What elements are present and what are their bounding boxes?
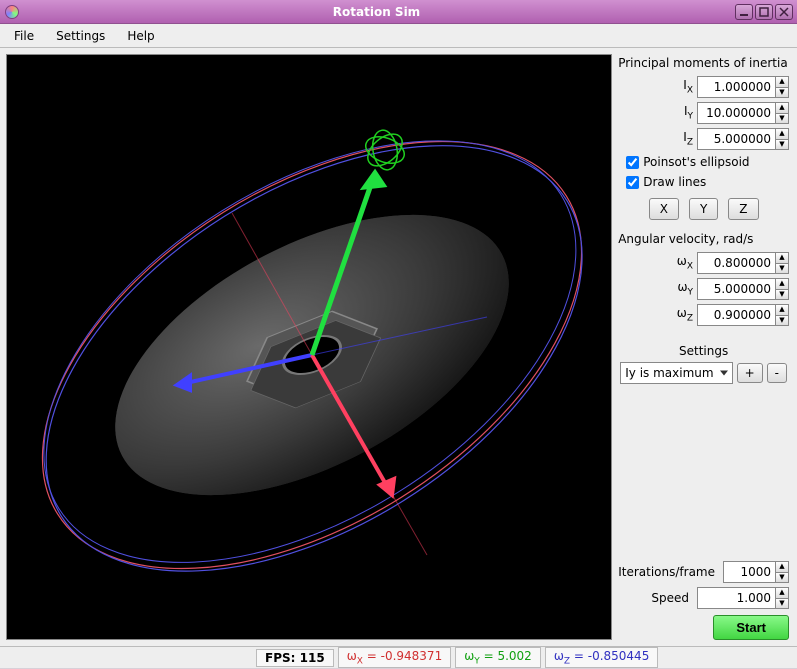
wy-down[interactable]: ▼: [775, 289, 789, 301]
minimize-icon: [739, 7, 749, 17]
start-button[interactable]: Start: [713, 615, 789, 640]
menu-settings[interactable]: Settings: [48, 26, 113, 46]
settings-heading: Settings: [618, 344, 789, 358]
poinsot-label: Poinsot's ellipsoid: [643, 155, 749, 169]
drawlines-check-row: Draw lines: [626, 175, 789, 189]
angvel-heading: Angular velocity, rad/s: [618, 232, 789, 246]
ix-spinner[interactable]: ▲▼: [697, 76, 789, 98]
drawlines-checkbox[interactable]: [626, 176, 639, 189]
settings-remove-button[interactable]: -: [767, 363, 787, 383]
settings-selected: Iy is maximum: [625, 366, 713, 380]
iter-up[interactable]: ▲: [775, 561, 789, 572]
wy-spinner[interactable]: ▲▼: [697, 278, 789, 300]
iy-down[interactable]: ▼: [775, 113, 789, 125]
iterations-row: Iterations/frame ▲▼: [618, 561, 789, 583]
ix-down[interactable]: ▼: [775, 87, 789, 99]
wx-row: ωX ▲▼: [618, 252, 789, 274]
wy-up[interactable]: ▲: [775, 278, 789, 289]
speed-up[interactable]: ▲: [775, 587, 789, 598]
wx-spinner[interactable]: ▲▼: [697, 252, 789, 274]
window-titlebar: Rotation Sim: [0, 0, 797, 24]
wy-input[interactable]: [697, 278, 775, 300]
iz-spinner[interactable]: ▲▼: [697, 128, 789, 150]
ix-input[interactable]: [697, 76, 775, 98]
menu-file[interactable]: File: [6, 26, 42, 46]
axis-buttons: X Y Z: [618, 198, 789, 220]
axis-z-button[interactable]: Z: [728, 198, 758, 220]
axis-x-button[interactable]: X: [649, 198, 679, 220]
iy-input[interactable]: [697, 102, 775, 124]
settings-row: Iy is maximum + -: [618, 362, 789, 384]
scene-svg: [7, 55, 612, 640]
menu-help[interactable]: Help: [119, 26, 162, 46]
menubar: File Settings Help: [0, 24, 797, 48]
iterations-spinner[interactable]: ▲▼: [723, 561, 789, 583]
ix-row: IX ▲▼: [618, 76, 789, 98]
controls-sidebar: Principal moments of inertia IX ▲▼ IY ▲▼…: [618, 48, 797, 646]
main-area: Principal moments of inertia IX ▲▼ IY ▲▼…: [0, 48, 797, 646]
wz-down[interactable]: ▼: [775, 315, 789, 327]
wx-input[interactable]: [697, 252, 775, 274]
wz-spinner[interactable]: ▲▼: [697, 304, 789, 326]
maximize-button[interactable]: [755, 4, 773, 20]
settings-add-button[interactable]: +: [737, 363, 763, 383]
3d-viewport[interactable]: [6, 54, 612, 640]
wx-label: ωX: [667, 254, 693, 271]
wz-input[interactable]: [697, 304, 775, 326]
window-title: Rotation Sim: [20, 5, 733, 19]
poinsot-check-row: Poinsot's ellipsoid: [626, 155, 789, 169]
inertia-heading: Principal moments of inertia: [618, 56, 789, 70]
drawlines-label: Draw lines: [643, 175, 706, 189]
maximize-icon: [759, 7, 769, 17]
wy-label: ωY: [667, 280, 693, 297]
speed-spinner[interactable]: ▲▼: [697, 587, 789, 609]
close-icon: [779, 7, 789, 17]
iz-up[interactable]: ▲: [775, 128, 789, 139]
wz-row: ωZ ▲▼: [618, 304, 789, 326]
statusbar: FPS: 115 ωX = -0.948371 ωY = 5.002 ωZ = …: [0, 646, 797, 668]
status-wz-cell: ωZ = -0.850445: [545, 647, 659, 668]
app-icon: [4, 4, 20, 20]
speed-label: Speed: [651, 591, 689, 605]
wx-up[interactable]: ▲: [775, 252, 789, 263]
wy-row: ωY ▲▼: [618, 278, 789, 300]
iterations-input[interactable]: [723, 561, 775, 583]
ix-up[interactable]: ▲: [775, 76, 789, 87]
iz-label: IZ: [667, 130, 693, 147]
ix-label: IX: [667, 78, 693, 95]
minimize-button[interactable]: [735, 4, 753, 20]
status-wy-cell: ωY = 5.002: [455, 647, 541, 668]
axis-y-button[interactable]: Y: [689, 198, 718, 220]
iy-label: IY: [667, 104, 693, 121]
iy-spinner[interactable]: ▲▼: [697, 102, 789, 124]
iy-row: IY ▲▼: [618, 102, 789, 124]
speed-down[interactable]: ▼: [775, 598, 789, 610]
iterations-label: Iterations/frame: [618, 565, 715, 579]
wz-label: ωZ: [667, 306, 693, 323]
speed-row: Speed ▲▼: [618, 587, 789, 609]
speed-input[interactable]: [697, 587, 775, 609]
settings-select[interactable]: Iy is maximum: [620, 362, 732, 384]
wz-up[interactable]: ▲: [775, 304, 789, 315]
poinsot-checkbox[interactable]: [626, 156, 639, 169]
iz-down[interactable]: ▼: [775, 139, 789, 151]
iz-row: IZ ▲▼: [618, 128, 789, 150]
status-wx-cell: ωX = -0.948371: [338, 647, 452, 668]
iz-input[interactable]: [697, 128, 775, 150]
iter-down[interactable]: ▼: [775, 572, 789, 584]
fps-cell: FPS: 115: [256, 649, 334, 667]
iy-up[interactable]: ▲: [775, 102, 789, 113]
wx-down[interactable]: ▼: [775, 263, 789, 275]
close-button[interactable]: [775, 4, 793, 20]
